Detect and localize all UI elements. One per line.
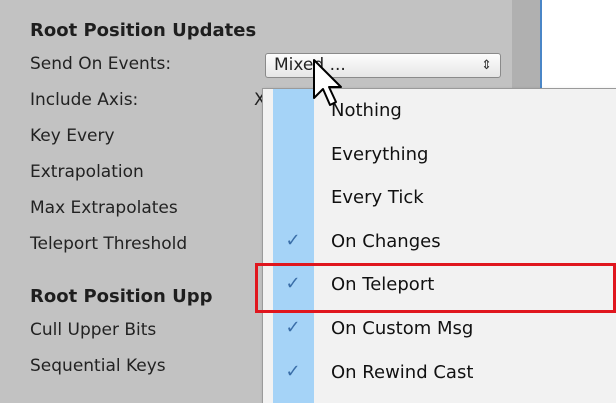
- mouse-cursor-icon: [313, 59, 342, 106]
- menu-item-label: Everything: [331, 144, 429, 165]
- menu-item-label: Every Tick: [331, 187, 424, 208]
- label-key-every: Key Every: [30, 126, 115, 146]
- menu-item-label: On Rewind Cast: [331, 362, 474, 383]
- checkmark-icon: ✓: [285, 317, 301, 338]
- send-on-events-dropdown[interactable]: Mixed ... ⇕: [265, 53, 501, 78]
- annotation-highlight-box: [255, 263, 616, 313]
- label-max-extrapolates: Max Extrapolates: [30, 198, 178, 218]
- label-extrapolation: Extrapolation: [30, 162, 144, 182]
- label-sequential-keys: Sequential Keys: [30, 356, 166, 376]
- label-send-on-events: Send On Events:: [30, 54, 172, 74]
- menu-item-label: On Custom Msg: [331, 318, 474, 339]
- events-dropdown-menu: Nothing Everything Every Tick ✓ On Chang…: [262, 88, 616, 403]
- label-include-axis: Include Axis:: [30, 90, 139, 110]
- menu-item-on-changes[interactable]: ✓ On Changes: [263, 222, 616, 262]
- menu-item-every-tick[interactable]: Every Tick: [263, 178, 616, 218]
- section-title-root-position-updates: Root Position Updates: [30, 20, 257, 41]
- checkmark-icon: ✓: [285, 230, 301, 251]
- menu-item-on-custom-msg[interactable]: ✓ On Custom Msg: [263, 309, 616, 349]
- label-teleport-threshold: Teleport Threshold: [30, 234, 188, 254]
- section-title-root-position-upper: Root Position Upp: [30, 286, 213, 307]
- menu-item-everything[interactable]: Everything: [263, 135, 616, 175]
- label-cull-upper-bits: Cull Upper Bits: [30, 320, 157, 340]
- menu-item-on-rewind-cast[interactable]: ✓ On Rewind Cast: [263, 353, 616, 393]
- updown-arrows-icon: ⇕: [481, 58, 492, 73]
- menu-item-label: On Changes: [331, 231, 441, 252]
- checkmark-icon: ✓: [285, 361, 301, 382]
